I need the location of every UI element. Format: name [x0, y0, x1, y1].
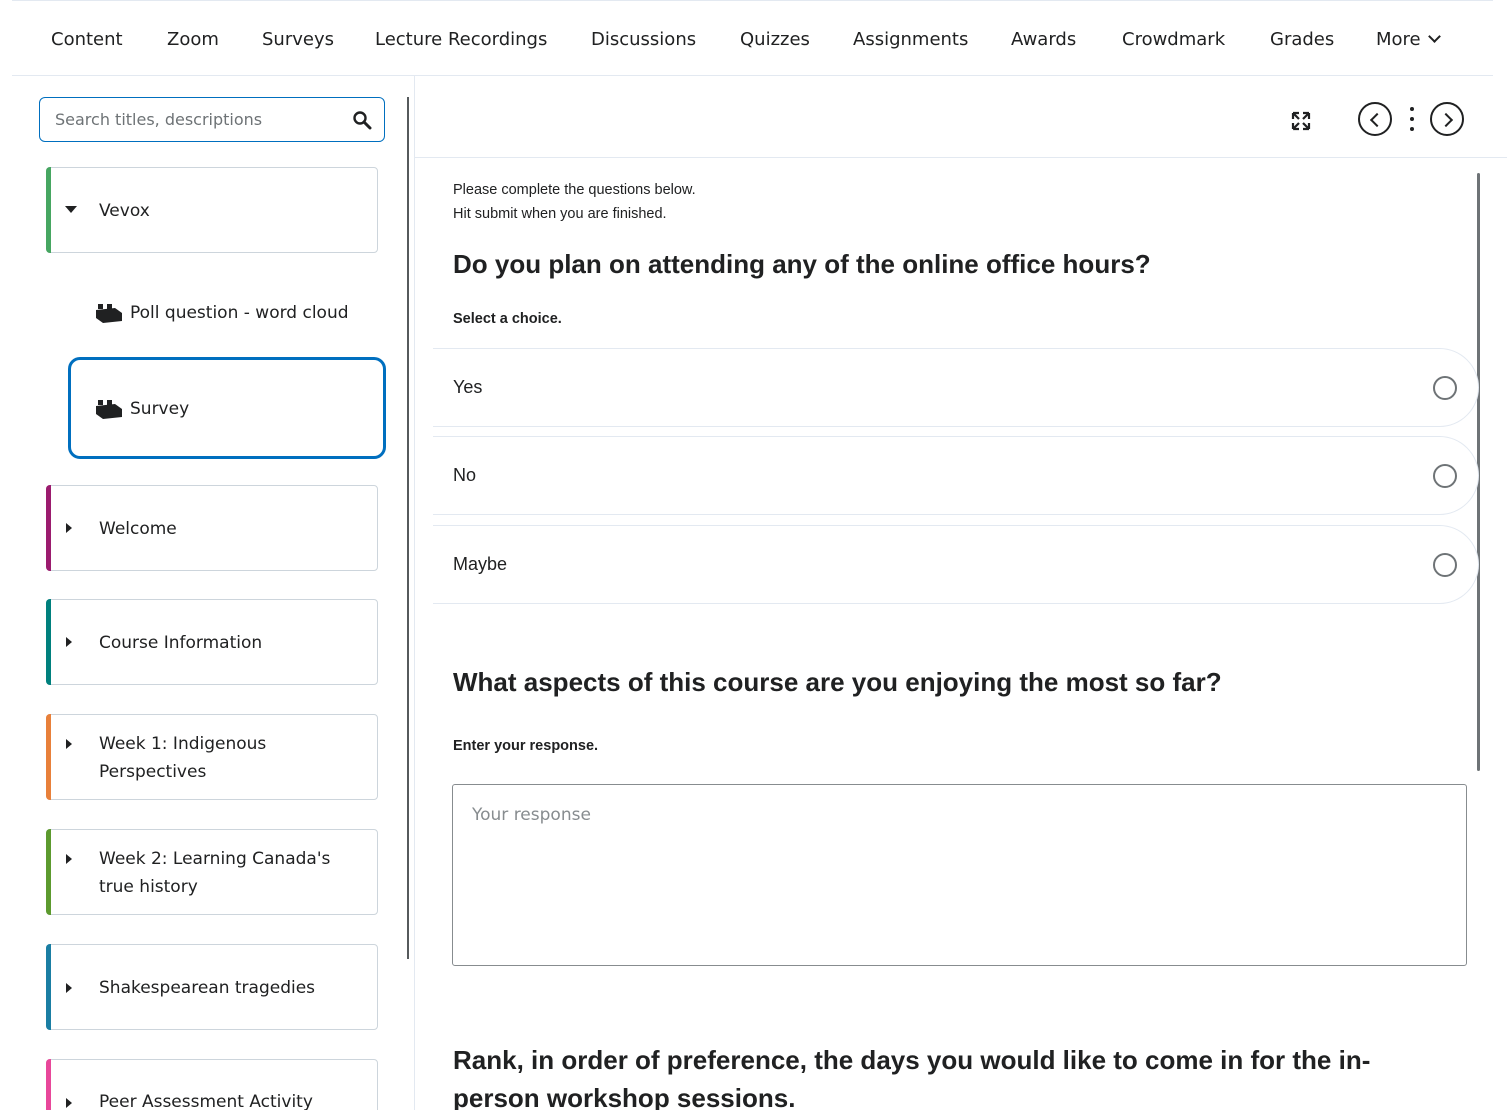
question-1-title: Do you plan on attending any of the onli… [453, 249, 1151, 279]
next-topic-button[interactable] [1430, 102, 1464, 136]
caret-right-icon[interactable] [66, 983, 72, 993]
search-box [39, 97, 385, 142]
module-color-bar [46, 944, 51, 1030]
survey-intro-line-1: Please complete the questions below. [453, 182, 696, 198]
caret-right-icon[interactable] [66, 523, 72, 533]
topic-label: Survey [130, 399, 190, 419]
module-shakespearean-tragedies[interactable]: Shakespearean tragedies [46, 944, 378, 1030]
survey-intro-line-2: Hit submit when you are finished. [453, 206, 667, 222]
nav-crowdmark[interactable]: Crowdmark [1122, 29, 1225, 50]
nav-zoom[interactable]: Zoom [167, 29, 219, 50]
module-label: Vevox [99, 201, 150, 221]
previous-topic-button[interactable] [1358, 102, 1392, 136]
radio-button[interactable] [1433, 376, 1457, 400]
header-divider [415, 157, 1507, 158]
caret-down-icon[interactable] [65, 206, 77, 213]
module-label: Shakespearean tragedies [99, 978, 316, 998]
choice-yes[interactable]: Yes [433, 348, 1479, 427]
module-peer-assessment[interactable]: Peer Assessment Activity [46, 1059, 378, 1110]
fullscreen-icon[interactable] [1291, 111, 1311, 131]
module-week-1[interactable]: Week 1: Indigenous Perspectives [46, 714, 378, 800]
lego-brick-icon [96, 400, 122, 419]
module-color-bar [46, 714, 51, 800]
radio-button[interactable] [1433, 553, 1457, 577]
caret-right-icon[interactable] [66, 739, 72, 749]
nav-quizzes[interactable]: Quizzes [740, 29, 810, 50]
nav-assignments[interactable]: Assignments [853, 29, 968, 50]
question-3-title: Rank, in order of preference, the days y… [453, 1045, 1371, 1110]
panel-divider [414, 76, 415, 1110]
module-label: Week 1: Indigenous Perspectives [99, 734, 267, 782]
chevron-down-icon [1427, 30, 1441, 43]
nav-lecture-recordings[interactable]: Lecture Recordings [375, 29, 547, 50]
module-label: Week 2: Learning Canada's true history [99, 849, 331, 897]
radio-button[interactable] [1433, 464, 1457, 488]
nav-more-label: More [1376, 29, 1421, 50]
choice-maybe[interactable]: Maybe [433, 525, 1479, 604]
chevron-right-icon [1438, 112, 1454, 128]
nav-more-menu[interactable]: More [1376, 29, 1441, 50]
nav-grades[interactable]: Grades [1270, 29, 1334, 50]
topic-poll-question[interactable]: Poll question - word cloud [95, 302, 375, 326]
module-week-2[interactable]: Week 2: Learning Canada's true history [46, 829, 378, 915]
question-2-instruction: Enter your response. [453, 738, 599, 754]
module-label: Welcome [99, 519, 177, 539]
module-color-bar [46, 599, 51, 685]
caret-right-icon[interactable] [66, 1098, 72, 1108]
choice-label: Maybe [453, 554, 508, 574]
topic-label: Poll question - word cloud [130, 303, 349, 323]
nav-surveys[interactable]: Surveys [262, 29, 334, 50]
chevron-left-icon [1369, 112, 1385, 128]
module-color-bar [46, 167, 51, 253]
topic-survey[interactable]: Survey [95, 398, 295, 422]
module-color-bar [46, 829, 51, 915]
module-color-bar [46, 1059, 51, 1110]
more-options-icon[interactable] [1410, 107, 1414, 131]
search-input[interactable] [41, 99, 341, 140]
nav-awards[interactable]: Awards [1011, 29, 1076, 50]
question-1-instruction: Select a choice. [453, 311, 562, 327]
search-icon[interactable] [352, 110, 372, 130]
choice-label: Yes [453, 377, 483, 397]
choice-label: No [453, 465, 477, 485]
module-label: Course Information [99, 633, 263, 653]
question-2-title: What aspects of this course are you enjo… [453, 667, 1222, 697]
sidebar-resize-handle[interactable] [407, 97, 409, 959]
choice-no[interactable]: No [433, 436, 1479, 515]
caret-right-icon[interactable] [66, 637, 72, 647]
course-navbar: Content Zoom Surveys Lecture Recordings … [12, 0, 1493, 76]
module-course-information[interactable]: Course Information [46, 599, 378, 685]
lego-brick-icon [96, 304, 122, 323]
module-label: Peer Assessment Activity [99, 1092, 313, 1110]
module-color-bar [46, 485, 51, 571]
response-textarea[interactable] [452, 784, 1467, 966]
nav-content[interactable]: Content [51, 29, 123, 50]
nav-discussions[interactable]: Discussions [591, 29, 696, 50]
module-vevox[interactable]: Vevox [46, 167, 378, 253]
caret-right-icon[interactable] [66, 854, 72, 864]
module-welcome[interactable]: Welcome [46, 485, 378, 571]
